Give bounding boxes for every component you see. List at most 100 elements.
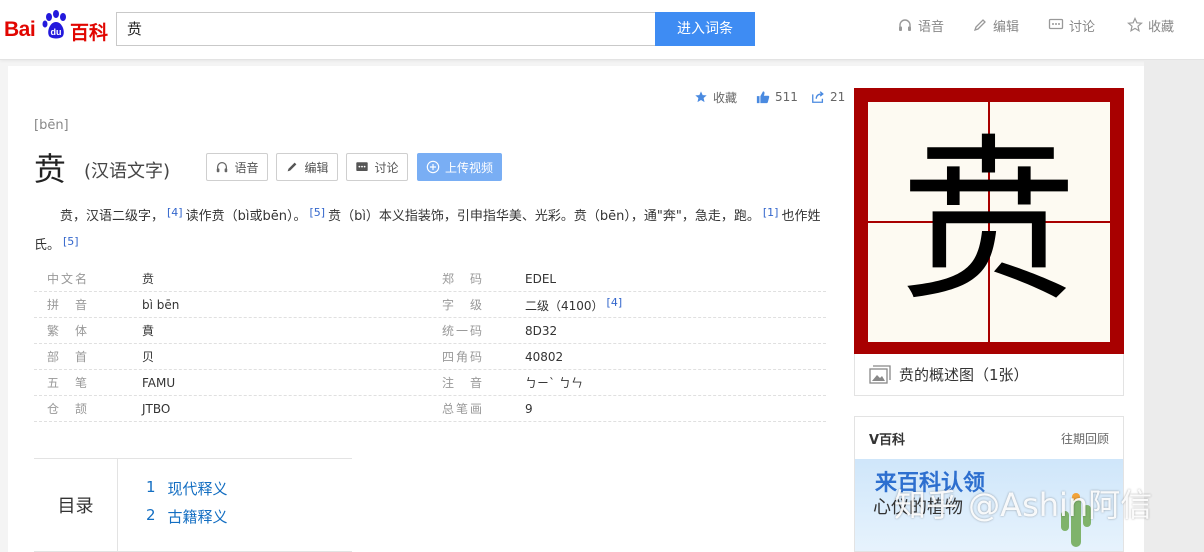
reference-link[interactable]: [4]: [607, 296, 623, 309]
info-value-text: 二级（4100）: [525, 298, 604, 313]
page-side-gutter: [1144, 60, 1204, 552]
catalog-title: 目录: [34, 459, 118, 551]
logo-text-bai: Bai: [4, 18, 36, 41]
thumbs-up-icon: [756, 91, 770, 104]
info-key: 字 级: [442, 298, 485, 312]
entry-summary: 贲，汉语二级字， [4] 读作贲（bì或bēn）。 [5] 贲（bì）本义指装饰，引申指…: [34, 200, 824, 258]
reference-link[interactable]: [4]: [167, 206, 183, 219]
favorite-action[interactable]: 收藏: [694, 88, 737, 106]
nav-edit[interactable]: 编辑: [972, 16, 1020, 35]
info-value: bì bēn: [142, 297, 180, 312]
overview-image-caption[interactable]: 贲的概述图（1张）: [854, 354, 1124, 396]
info-value: 8D32: [525, 324, 826, 338]
info-key: 拼 音: [47, 298, 90, 312]
info-value: 二级（4100） [4]: [525, 296, 826, 314]
nav-discuss-label: 讨论: [1069, 19, 1096, 35]
share-icon: [812, 91, 824, 103]
info-value-text: ㄅㄧˋ ㄅㄣ: [525, 376, 583, 390]
character-glyph: 贲: [900, 118, 1078, 325]
info-value: EDEL: [525, 272, 826, 286]
nav-favorite[interactable]: 收藏: [1127, 16, 1175, 35]
reference-link[interactable]: [1]: [763, 206, 779, 219]
pencil-icon: [973, 19, 986, 32]
table-row: 仓 颉 JTBO 总笔画 9: [34, 396, 826, 422]
search-input[interactable]: 贲: [116, 12, 656, 46]
info-key: 五 笔: [47, 376, 90, 390]
info-value-text: 9: [525, 401, 533, 416]
entry-pinyin: [bēn]: [34, 118, 69, 133]
info-value-text: EDEL: [525, 271, 557, 286]
info-key: 繁 体: [47, 324, 90, 338]
info-key: 郑 码: [442, 272, 485, 286]
baidu-baike-logo[interactable]: Bai du 百科: [4, 8, 109, 44]
basic-info-table: 中文名 贲 郑 码 EDEL 拼 音 bì bēn 字 级 二级（4100） [4…: [34, 266, 826, 422]
info-value: 贝: [142, 350, 155, 364]
summary-text-1: 贲，汉语二级字，: [60, 209, 165, 224]
catalog-item[interactable]: 1 现代释义: [146, 478, 228, 499]
zhihu-watermark: 知乎 @Ashin阿信: [894, 486, 1153, 524]
share-action[interactable]: 21: [811, 88, 845, 106]
info-key: 中文名: [47, 272, 90, 286]
paw-icon: du: [42, 10, 66, 39]
entry-subtitle: (汉语文字): [84, 161, 171, 182]
info-value-text: 40802: [525, 349, 564, 364]
plus-circle-icon: [426, 160, 440, 174]
entry-title: 贲: [34, 150, 67, 188]
nav-edit-label: 编辑: [993, 19, 1020, 35]
share-count: 21: [830, 90, 846, 104]
info-value: 9: [525, 402, 826, 416]
past-review-link[interactable]: 往期回顾: [1061, 430, 1109, 447]
top-header: Bai du 百科 贲 进入词条 语音 编辑 讨论 收藏: [0, 0, 1204, 60]
table-row: 中文名 贲 郑 码 EDEL: [34, 266, 826, 292]
character-grid: 贲: [868, 102, 1110, 342]
voice-button[interactable]: 语音: [206, 153, 268, 181]
chat-icon: [1048, 18, 1064, 30]
star-icon: [1127, 17, 1143, 33]
enter-entry-button[interactable]: 进入词条: [655, 12, 755, 46]
voice-button-label: 语音: [234, 160, 259, 175]
summary-paragraph: 贲，汉语二级字， [4] 读作贲（bì或bēn）。 [5] 贲（bì）本义指装饰，引申指…: [34, 200, 824, 258]
info-value: 贲: [142, 272, 155, 286]
table-row: 繁 体 賁 统一码 8D32: [34, 318, 826, 344]
nav-voice-label: 语音: [918, 19, 945, 35]
nav-discuss[interactable]: 讨论: [1048, 16, 1096, 35]
upload-video-button[interactable]: 上传视频: [417, 153, 502, 181]
v-baike-header: V百科 往期回顾: [855, 417, 1123, 459]
upload-video-label: 上传视频: [444, 160, 493, 175]
info-key: 部 首: [47, 350, 90, 364]
pencil-icon: [288, 162, 297, 172]
v-baike-title: V百科: [869, 432, 906, 448]
catalog-item-label: 古籍释义: [167, 508, 228, 526]
summary-text-2: 读作贲（bì或bēn）。: [185, 209, 307, 224]
info-value: 40802: [525, 350, 826, 364]
catalog-item-label: 现代释义: [167, 480, 228, 498]
table-row: 部 首 贝 四角码 40802: [34, 344, 826, 370]
character-overview-image[interactable]: 贲: [854, 88, 1124, 354]
info-value: FAMU: [142, 375, 176, 390]
summary-text-3: 贲（bì）本义指装饰，引申指华美、光彩。贲（bēn），通"奔"，急走，跑。: [328, 209, 760, 224]
logo-text-du: du: [51, 27, 62, 37]
headphones-icon: [899, 19, 911, 31]
catalog-item-number: 1: [146, 478, 156, 496]
edit-button[interactable]: 编辑: [276, 153, 338, 181]
reference-link[interactable]: [5]: [63, 235, 79, 248]
favorite-label: 收藏: [713, 90, 738, 105]
headphones-icon: [217, 162, 228, 173]
info-value: JTBO: [142, 401, 171, 416]
discuss-button[interactable]: 讨论: [346, 153, 408, 181]
nav-favorite-label: 收藏: [1148, 19, 1175, 35]
like-action[interactable]: 511: [756, 88, 798, 106]
star-icon: [695, 91, 707, 103]
nav-voice[interactable]: 语音: [897, 16, 945, 35]
table-row: 五 笔 FAMU 注 音 ㄅㄧˋ ㄅㄣ: [34, 370, 826, 396]
like-count: 511: [775, 90, 798, 104]
logo-text-baike: 百科: [70, 23, 109, 44]
catalog-item[interactable]: 2 古籍释义: [146, 506, 228, 527]
info-value-text: 8D32: [525, 323, 558, 338]
reference-link[interactable]: [5]: [309, 206, 325, 219]
info-key: 统一码: [442, 324, 485, 338]
info-value: 賁: [142, 324, 155, 338]
catalog-item-number: 2: [146, 506, 156, 524]
info-key: 仓 颉: [47, 402, 90, 416]
info-key: 总笔画: [442, 402, 485, 416]
